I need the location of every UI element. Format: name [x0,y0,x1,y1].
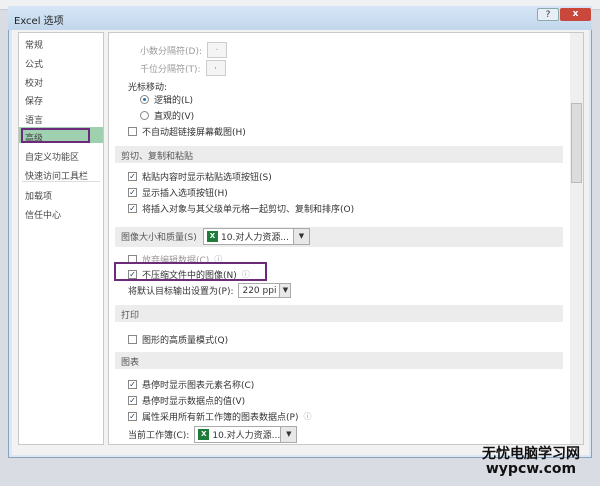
checkbox-icon[interactable]: ✓ [128,412,137,421]
thousands-input[interactable]: , [205,60,226,76]
radio-label: 直观的(V) [154,112,195,122]
current-workbook-label: 当前工作簿(C): [128,431,190,441]
watermark-line1: 无忧电脑学习网 [482,446,580,462]
highlight-no-compress [114,262,267,281]
checkbox-icon[interactable]: ✓ [128,172,137,181]
checkbox-label: 不自动超链接屏幕截图(H) [142,128,246,138]
watermark: 无忧电脑学习网 wypcw.com [482,447,580,477]
dropdown-value: 10.对人力资源... [221,233,289,243]
chevron-down-icon[interactable]: ▼ [280,427,297,442]
radio-icon[interactable] [140,95,149,104]
radio-visual[interactable]: 直观的(V) [140,109,194,122]
nav-item-language[interactable]: 语言 [25,113,43,126]
nav-item-general[interactable]: 常规 [25,38,43,51]
title-bar [8,6,592,30]
image-workbook-dropdown[interactable]: X 10.对人力资源... ▼ [203,228,310,245]
section-cut-copy-paste: 剪切、复制和粘贴 [115,146,563,163]
checkbox-chart-element-names[interactable]: ✓ 悬停时显示图表元素名称(C) [128,378,254,391]
current-workbook-dropdown[interactable]: X 10.对人力资源... ▼ [194,426,298,443]
checkbox-label: 悬停时显示图表元素名称(C) [142,381,255,391]
checkbox-icon[interactable]: ✓ [128,380,137,389]
dialog-title: Excel 选项 [14,16,64,27]
nav-item-addins[interactable]: 加载项 [25,189,52,202]
default-output-label: 将默认目标输出设置为(P): [128,287,234,297]
nav-item-save[interactable]: 保存 [25,94,43,107]
watermark-line2: wypcw.com [485,461,577,477]
chevron-down-icon[interactable]: ▼ [279,284,291,297]
checkbox-no-hyperlink[interactable]: 不自动超链接屏幕截图(H) [128,125,246,138]
chevron-down-icon[interactable]: ▼ [293,229,309,244]
decimal-input[interactable]: . [207,42,227,58]
checkbox-paste-options[interactable]: ✓ 粘贴内容时显示粘贴选项按钮(S) [128,170,272,183]
cursor-movement-label: 光标移动: [128,83,168,93]
excel-file-icon: X [198,429,210,440]
info-icon: ⓘ [303,412,312,421]
current-workbook-row: 当前工作簿(C): X 10.对人力资源... ▼ [128,426,298,443]
close-button[interactable]: x [560,8,591,21]
radio-logical[interactable]: 逻辑的(L) [140,93,193,106]
checkbox-icon[interactable]: ✓ [128,188,137,197]
checkbox-label: 图形的高质量模式(Q) [142,336,229,346]
section-title: 图像大小和质量(S) [121,233,197,243]
checkbox-label: 将插入对象与其父级单元格一起剪切、复制和排序(O) [142,205,355,215]
nav-item-quick-access[interactable]: 快速访问工具栏 [25,169,88,182]
dropdown-value: 220 ppi [242,285,277,296]
checkbox-high-quality-graphics[interactable]: 图形的高质量模式(Q) [128,333,228,346]
decimal-label: 小数分隔符(D): [140,46,202,57]
checkbox-icon[interactable]: ✓ [128,204,137,213]
checkbox-label: 属性采用所有新工作簿的图表数据点(P) [142,413,299,423]
scrollbar-thumb[interactable] [571,103,582,183]
checkbox-properties-follow[interactable]: ✓ 属性采用所有新工作簿的图表数据点(P) ⓘ [128,410,311,423]
highlight-advanced [21,128,90,143]
checkbox-icon[interactable] [128,335,137,344]
nav-item-customize-ribbon[interactable]: 自定义功能区 [25,150,79,163]
dropdown-value: 10.对人力资源... [212,431,281,441]
decimal-separator-row: 小数分隔符(D):. [140,42,227,58]
scrollbar[interactable] [570,33,583,444]
radio-icon[interactable] [140,111,149,120]
excel-file-icon: X [207,231,218,242]
checkbox-icon[interactable] [128,127,137,136]
radio-label: 逻辑的(L) [154,96,194,106]
default-output-row: 将默认目标输出设置为(P): 220 ppi ▼ [128,283,292,298]
nav-item-formulas[interactable]: 公式 [25,57,43,70]
checkbox-label: 悬停时显示数据点的值(V) [142,397,246,407]
section-chart: 图表 [115,352,563,369]
thousands-separator-row: 千位分隔符(T):, [140,60,226,76]
nav-item-trust-center[interactable]: 信任中心 [25,208,61,221]
section-print: 打印 [115,305,563,322]
checkbox-label: 显示插入选项按钮(H) [142,189,228,199]
section-image-size: 图像大小和质量(S) [115,227,563,247]
checkbox-insert-options[interactable]: ✓ 显示插入选项按钮(H) [128,186,228,199]
default-output-dropdown[interactable]: 220 ppi ▼ [238,283,292,298]
thousands-label: 千位分隔符(T): [140,64,201,75]
help-button[interactable]: ? [537,8,559,21]
checkbox-icon[interactable]: ✓ [128,396,137,405]
checkbox-data-point-values[interactable]: ✓ 悬停时显示数据点的值(V) [128,394,245,407]
checkbox-cut-with-parent[interactable]: ✓ 将插入对象与其父级单元格一起剪切、复制和排序(O) [128,202,354,215]
nav-item-proofing[interactable]: 校对 [25,76,43,89]
checkbox-label: 粘贴内容时显示粘贴选项按钮(S) [142,173,272,183]
